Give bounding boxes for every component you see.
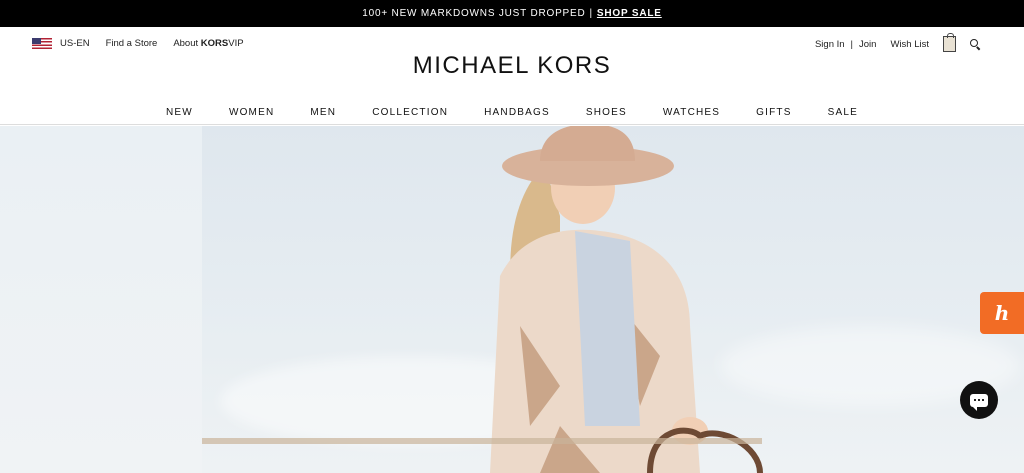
main-nav: NEW WOMEN MEN COLLECTION HANDBAGS SHOES … xyxy=(0,107,1024,118)
shop-sale-link[interactable]: SHOP SALE xyxy=(597,8,662,19)
nav-item-handbags[interactable]: HANDBAGS xyxy=(484,107,550,118)
promo-separator: | xyxy=(589,8,593,19)
us-flag-icon[interactable] xyxy=(32,38,52,49)
model-shirt xyxy=(575,231,640,426)
chat-bubble-icon[interactable] xyxy=(960,381,998,419)
nav-item-gifts[interactable]: GIFTS xyxy=(756,107,791,118)
honey-extension-button[interactable]: h xyxy=(980,292,1024,334)
join-link[interactable]: Join xyxy=(859,39,876,50)
promo-banner: 100+ NEW MARKDOWNS JUST DROPPED | SHOP S… xyxy=(0,0,1024,27)
hero-model-image xyxy=(490,126,763,473)
brand-logo[interactable]: MICHAEL KORS xyxy=(0,52,1024,80)
about-brand: KORS xyxy=(200,38,229,49)
site-header: US-EN Find a Store About KORSVIP MICHAEL… xyxy=(0,27,1024,125)
promo-text: 100+ NEW MARKDOWNS JUST DROPPED xyxy=(362,8,586,19)
nav-item-men[interactable]: MEN xyxy=(310,107,336,118)
account-divider: | xyxy=(850,38,854,50)
nav-item-collection[interactable]: COLLECTION xyxy=(372,107,448,118)
flag-canton xyxy=(32,38,41,44)
about-prefix: About xyxy=(173,38,201,49)
locale-selector[interactable]: US-EN xyxy=(60,38,90,49)
wish-list-link[interactable]: Wish List xyxy=(890,39,929,50)
chat-bubble-shape xyxy=(970,393,988,411)
about-suffix: VIP xyxy=(228,38,244,49)
nav-item-shoes[interactable]: SHOES xyxy=(586,107,627,118)
hero-rail xyxy=(202,438,762,444)
utility-left: US-EN Find a Store About KORSVIP xyxy=(32,38,260,49)
hat-crown xyxy=(540,126,635,161)
utility-right: Sign In | Join Wish List xyxy=(815,33,980,52)
chat-dots xyxy=(973,398,985,401)
shopping-bag-icon[interactable] xyxy=(943,33,956,52)
nav-item-sale[interactable]: SALE xyxy=(828,107,858,118)
nav-item-watches[interactable]: WATCHES xyxy=(663,107,720,118)
nav-item-new[interactable]: NEW xyxy=(166,107,193,118)
sign-in-link[interactable]: Sign In xyxy=(815,39,845,50)
nav-item-women[interactable]: WOMEN xyxy=(229,107,274,118)
about-korsvip-link[interactable]: About KORSVIP xyxy=(173,38,243,49)
search-icon[interactable] xyxy=(970,39,980,49)
find-store-link[interactable]: Find a Store xyxy=(106,38,158,49)
hero-banner[interactable] xyxy=(0,126,1024,473)
